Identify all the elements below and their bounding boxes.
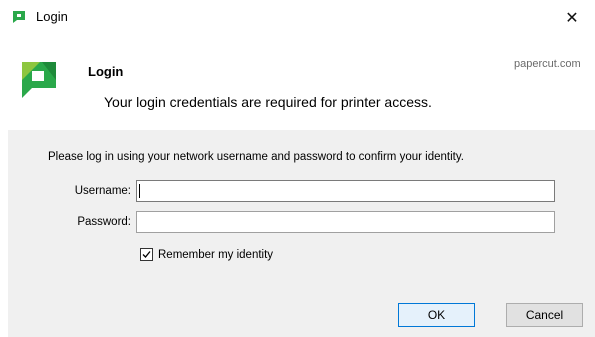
ok-button[interactable]: OK	[398, 303, 475, 327]
text-caret	[139, 184, 140, 198]
login-dialog: Login ✕ papercut.com Login Your login cr…	[0, 0, 595, 337]
remember-identity-checkbox[interactable]: Remember my identity	[140, 248, 273, 261]
checkbox-box[interactable]	[140, 248, 153, 261]
remember-identity-label: Remember my identity	[158, 248, 274, 261]
dialog-header: papercut.com Login Your login credential…	[0, 36, 595, 130]
window-title: Login	[36, 9, 68, 24]
brand-url: papercut.com	[514, 58, 581, 70]
password-input[interactable]	[136, 211, 555, 233]
papercut-logo-icon	[22, 62, 56, 98]
username-input[interactable]	[136, 180, 555, 202]
title-bar[interactable]: Login ✕	[0, 0, 595, 36]
close-icon: ✕	[565, 7, 579, 27]
cancel-button[interactable]: Cancel	[506, 303, 583, 327]
dialog-heading: Login	[88, 64, 124, 79]
username-label: Username:	[74, 185, 131, 197]
close-button[interactable]: ✕	[549, 0, 595, 34]
instructions-text: Please log in using your network usernam…	[48, 151, 464, 163]
dialog-subheading: Your login credentials are required for …	[104, 94, 432, 110]
password-label: Password:	[77, 216, 131, 228]
papercut-logo-icon	[13, 11, 25, 23]
login-form: Please log in using your network usernam…	[8, 130, 595, 337]
check-icon	[142, 251, 151, 258]
